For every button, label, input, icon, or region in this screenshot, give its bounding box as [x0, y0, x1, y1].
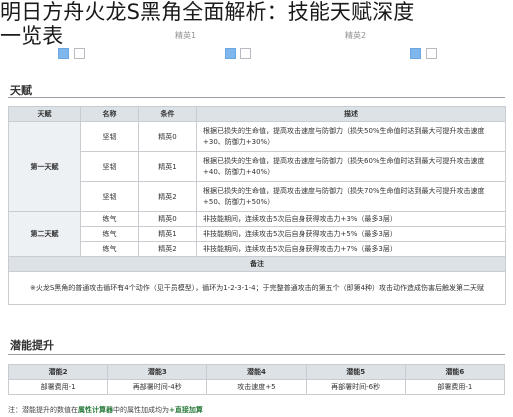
checkbox-empty-2[interactable]	[240, 48, 251, 59]
potential-header: 潜能2	[7, 364, 109, 380]
checkbox-empty-1[interactable]	[74, 48, 85, 59]
condition: 精英2	[138, 241, 197, 257]
footnote-link[interactable]: 属性计算器	[78, 406, 113, 414]
potential-section-title: 潜能提升	[10, 339, 54, 352]
skill-name: 坚韧	[80, 151, 139, 182]
overlay-title-line1: 明日方舟火龙S黑角全面解析：技能天赋深度	[0, 0, 415, 24]
condition: 精英1	[138, 226, 197, 242]
table-row: 坚韧 精英2 根据已损失的生命值，提高攻击速度与防御力（损失70%生命值时达到最…	[9, 181, 506, 212]
header-talent: 天赋	[8, 106, 81, 122]
potential-header: 潜能5	[305, 364, 406, 380]
description: 根据已损失的生命值，提高攻击速度与防御力（损失50%生命值时达到最大可提升攻击速…	[196, 121, 506, 152]
description: 根据已损失的生命值，提高攻击速度与防御力（损失60%生命值时达到最大可提升攻击速…	[196, 151, 506, 182]
overlay-title: 明日方舟火龙S黑角全面解析：技能天赋深度 一览表	[0, 0, 415, 48]
note-body-row: ※火龙S黑角的普通攻击循环有4个动作（见干员模型），循环为1-2-3-1-4；于…	[8, 271, 506, 305]
potential-value: 部署费用-1	[7, 379, 109, 395]
skill-name: 坚韧	[80, 121, 139, 152]
footnote-plus: +直接加算	[169, 406, 203, 414]
description: 非技能期间，连续攻击5次后自身获得攻击力+5%（最多3层）	[196, 226, 506, 242]
skill-name: 练气	[80, 211, 139, 227]
footnote-suffix: 中的属性加成均为	[113, 406, 169, 414]
header-name: 名称	[80, 106, 139, 122]
potential-table: 潜能2 潜能3 潜能4 潜能5 潜能6 部署费用-1 再部署时间-4秒 攻击速度…	[7, 364, 506, 395]
note-header-row: 备注	[8, 256, 506, 272]
checkbox-checked-3[interactable]	[410, 48, 421, 59]
note-header: 备注	[8, 256, 506, 272]
condition: 精英0	[138, 211, 197, 227]
potential-value: 部署费用-1	[404, 379, 506, 395]
note-text: ※火龙S黑角的普通攻击循环有4个动作（见干员模型），循环为1-2-3-1-4；于…	[8, 271, 506, 305]
header-description: 描述	[196, 106, 506, 122]
footnote-prefix: 注：潜能提升的数值在	[8, 406, 78, 414]
description: 根据已损失的生命值，提高攻击速度与防御力（损失70%生命值时达到最大可提升攻击速…	[196, 181, 506, 212]
talent-section-rule	[8, 97, 505, 98]
skill-name: 练气	[80, 241, 139, 257]
condition: 精英2	[138, 181, 197, 212]
talent-group-1: 第一天赋	[8, 121, 81, 212]
table-row: 第二天赋 练气 精英0 非技能期间，连续攻击5次后自身获得攻击力+3%（最多3层…	[8, 211, 506, 257]
table-row: 练气 精英1 非技能期间，连续攻击5次后自身获得攻击力+5%（最多3层）	[9, 226, 506, 242]
talent-table: 天赋 名称 条件 描述 第一天赋 坚韧 精英0 根据已损失的生命值，提高攻击速度…	[8, 106, 506, 305]
talent-group-2: 第二天赋	[8, 211, 81, 257]
potential-section-rule	[8, 354, 505, 355]
talent-section-title: 天赋	[10, 84, 32, 97]
potential-header: 潜能4	[206, 364, 307, 380]
potential-value: 再部署时间-4秒	[107, 379, 208, 395]
potential-value: 攻击速度+5	[206, 379, 307, 395]
checkbox-checked-1[interactable]	[58, 48, 69, 59]
header-condition: 条件	[138, 106, 197, 122]
potential-value: 再部署时间-6秒	[305, 379, 406, 395]
checkbox-empty-3[interactable]	[426, 48, 437, 59]
table-row: 第一天赋 坚韧 精英0 根据已损失的生命值，提高攻击速度与防御力（损失50%生命…	[8, 121, 506, 212]
footnote: 注：潜能提升的数值在属性计算器中的属性加成均为+直接加算	[8, 405, 203, 415]
checkbox-checked-2[interactable]	[225, 48, 236, 59]
description: 非技能期间，连续攻击5次后自身获得攻击力+3%（最多3层）	[196, 211, 506, 227]
skill-name: 坚韧	[80, 181, 139, 212]
potential-header: 潜能6	[404, 364, 506, 380]
overlay-title-line2: 一览表	[0, 24, 64, 48]
description: 非技能期间，连续攻击5次后自身获得攻击力+7%（最多3层）	[196, 241, 506, 257]
condition: 精英0	[138, 121, 197, 152]
table-row: 坚韧 精英1 根据已损失的生命值，提高攻击速度与防御力（损失60%生命值时达到最…	[9, 151, 506, 182]
condition: 精英1	[138, 151, 197, 182]
potential-header: 潜能3	[107, 364, 208, 380]
skill-name: 练气	[80, 226, 139, 242]
table-row: 练气 精英2 非技能期间，连续攻击5次后自身获得攻击力+7%（最多3层）	[9, 241, 506, 257]
